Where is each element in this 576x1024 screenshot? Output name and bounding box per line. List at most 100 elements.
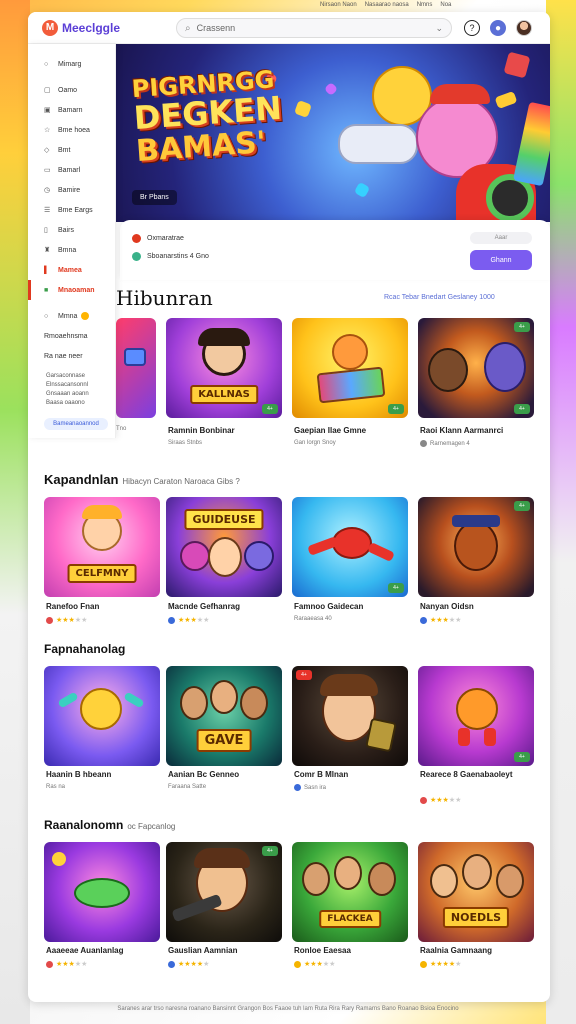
thumb-wing <box>307 536 339 556</box>
game-meta: Sasn ira <box>294 784 326 791</box>
notification-icon[interactable]: ● <box>490 20 506 36</box>
game-thumbnail[interactable]: 4+ <box>292 318 408 418</box>
list-icon: ☰ <box>44 207 51 214</box>
sidebar-sub-item[interactable]: ○ Mmna <box>28 306 115 326</box>
game-thumbnail[interactable]: 4+ <box>292 497 408 597</box>
section-title: Hibunran <box>116 286 213 310</box>
sidebar-item-3[interactable]: ☆ Bme hoea <box>28 120 115 140</box>
sidebar-sub-item[interactable]: Rmoaehnsma <box>28 326 115 346</box>
quick-panel-row[interactable]: Oxmaratrae <box>132 234 184 243</box>
game-meta: ★★★★★ <box>420 616 461 624</box>
dev-icon <box>294 784 301 791</box>
sidebar-item-0[interactable]: ○ Mimarg <box>28 54 115 74</box>
game-title[interactable]: Ramnin Bonbinar <box>168 426 235 435</box>
game-title[interactable]: Aaaeeae Auanlanlag <box>46 946 124 955</box>
thumb-character <box>496 864 524 898</box>
question-icon[interactable]: ? <box>464 20 480 36</box>
thumb-arm <box>123 691 145 709</box>
top-info-text: Nmns <box>416 2 433 8</box>
game-title[interactable]: Ranefoo Fnan <box>46 602 99 611</box>
thumb-character <box>334 856 362 890</box>
game-meta: Gan lorgn Snoy <box>294 440 336 446</box>
game-title[interactable]: Gauslian Aamnian <box>168 946 238 955</box>
age-badge: 4+ <box>262 404 278 414</box>
sidebar-item-2[interactable]: ▣ Bamarn <box>28 100 115 120</box>
game-title[interactable]: Rearece 8 Gaenabaoleyt <box>420 770 536 779</box>
chevron-down-icon[interactable]: ⌄ <box>435 23 443 34</box>
sidebar-item-4[interactable]: ◇ Bmt <box>28 140 115 160</box>
sidebar-item-5[interactable]: ▭ Bamarl <box>28 160 115 180</box>
sidebar-item-1[interactable]: ▢ Oamo <box>28 80 115 100</box>
game-title[interactable]: Aanian Bc Genneo <box>168 770 239 779</box>
game-thumbnail[interactable] <box>116 318 156 418</box>
dev-icon <box>420 796 427 804</box>
sidebar-sub-item[interactable]: Ra nae neer <box>28 346 115 366</box>
game-thumbnail[interactable]: 4+ <box>166 842 282 942</box>
dev-icon <box>46 960 53 968</box>
sidebar-item-label: Bamire <box>58 186 81 194</box>
game-thumbnail[interactable] <box>44 842 160 942</box>
quick-panel-button[interactable]: Ghann <box>470 250 532 270</box>
game-thumbnail[interactable]: 4+ 4+ <box>418 318 534 418</box>
hero-badge[interactable]: Br Pbans <box>132 190 177 205</box>
game-title[interactable]: Famnoo Gaidecan <box>294 602 363 611</box>
game-meta: Tno <box>116 426 126 432</box>
game-thumbnail[interactable]: NOEDLS <box>418 842 534 942</box>
trophy-icon: ♜ <box>44 247 51 254</box>
star-rating: ★★★★★ <box>430 797 462 804</box>
sidebar-item-8[interactable]: ▯ Bairs <box>28 220 115 240</box>
thumb-leg <box>484 728 496 746</box>
game-thumbnail[interactable]: KALLNAS 4+ <box>166 318 282 418</box>
sidebar-note: Elnssacansonnl <box>46 382 89 388</box>
game-title[interactable]: Ronloe Eaesaa <box>294 946 351 955</box>
thumb-leg <box>458 728 470 746</box>
tag-icon: ◇ <box>44 147 50 154</box>
thumb-character <box>332 334 368 370</box>
game-meta-text: Raraaeasa 40 <box>294 616 332 622</box>
quick-panel-row[interactable]: Sboanarstins 4 Gno <box>132 252 209 261</box>
section-subtitle: oc Fapcanlog <box>127 822 176 831</box>
thumb-hair <box>198 328 250 346</box>
game-title[interactable]: Raalnia Gamnaang <box>420 946 492 955</box>
sidebar-item-6[interactable]: ◷ Bamire <box>28 180 115 200</box>
sidebar-item-7[interactable]: ☰ Bme Eargs <box>28 200 115 220</box>
app-name: Meeclggle <box>62 20 121 35</box>
quick-panel-input[interactable]: Aaar <box>470 232 532 244</box>
thumb-character <box>180 541 210 571</box>
star-rating: ★★★★★ <box>56 961 88 968</box>
game-meta: Raraaeasa 40 <box>294 616 332 622</box>
sidebar-item-11[interactable]: ■ Mnaoaman <box>28 280 115 300</box>
hero-banner[interactable]: PIGRNRGG DEGKEN BAMAS' Br Pbans <box>116 44 550 222</box>
game-thumbnail[interactable]: FLACKEA <box>292 842 408 942</box>
app-logo[interactable]: M Meeclggle <box>42 19 172 36</box>
game-title[interactable]: Gaepian Ilae Gmne <box>294 426 366 435</box>
game-thumbnail[interactable]: CELFMNY <box>44 497 160 597</box>
hero-controller <box>338 124 418 164</box>
game-thumbnail[interactable]: 4+ <box>418 497 534 597</box>
sidebar-button[interactable]: Bameanaoannod <box>44 418 108 430</box>
game-title[interactable]: Nanyan Oidsn <box>420 602 474 611</box>
thumb-wing <box>367 541 395 563</box>
game-thumbnail[interactable]: GUIDEUSE <box>166 497 282 597</box>
sidebar-item-label: Bamarn <box>58 106 83 114</box>
game-icon: ▢ <box>44 87 51 94</box>
game-title[interactable]: Raoi Klann Aarmanrci <box>420 426 503 435</box>
sidebar-item-9[interactable]: ♜ Bmna <box>28 240 115 260</box>
sidebar-item-10[interactable]: ▌ Mamea <box>28 260 115 280</box>
game-thumbnail[interactable]: GAVE <box>166 666 282 766</box>
sidebar-item-label: Bmt <box>58 146 71 154</box>
game-logo-text: FLACKEA <box>319 910 381 928</box>
search-input[interactable]: ⌕ Crassenn ⌄ <box>176 18 452 38</box>
hero-title-line: BAMAS' <box>134 124 268 169</box>
game-title[interactable]: Macnde Gefhanrag <box>168 602 240 611</box>
avatar[interactable] <box>516 20 532 36</box>
game-thumbnail[interactable] <box>44 666 160 766</box>
clock-icon: ◷ <box>44 187 51 194</box>
game-title[interactable]: Comr B Mlnan <box>294 770 348 779</box>
game-thumbnail[interactable]: 4+ <box>292 666 408 766</box>
game-thumbnail[interactable]: 4+ <box>418 666 534 766</box>
game-title[interactable]: Haanin B hbeann <box>46 770 111 779</box>
section-filter-links[interactable]: Rcac Tebar Bnedart Geslaney 1000 <box>384 294 495 301</box>
hero-title: PIGRNRGG DEGKEN BAMAS' <box>131 65 285 169</box>
sidebar-item-label: Mnaoaman <box>58 286 95 294</box>
